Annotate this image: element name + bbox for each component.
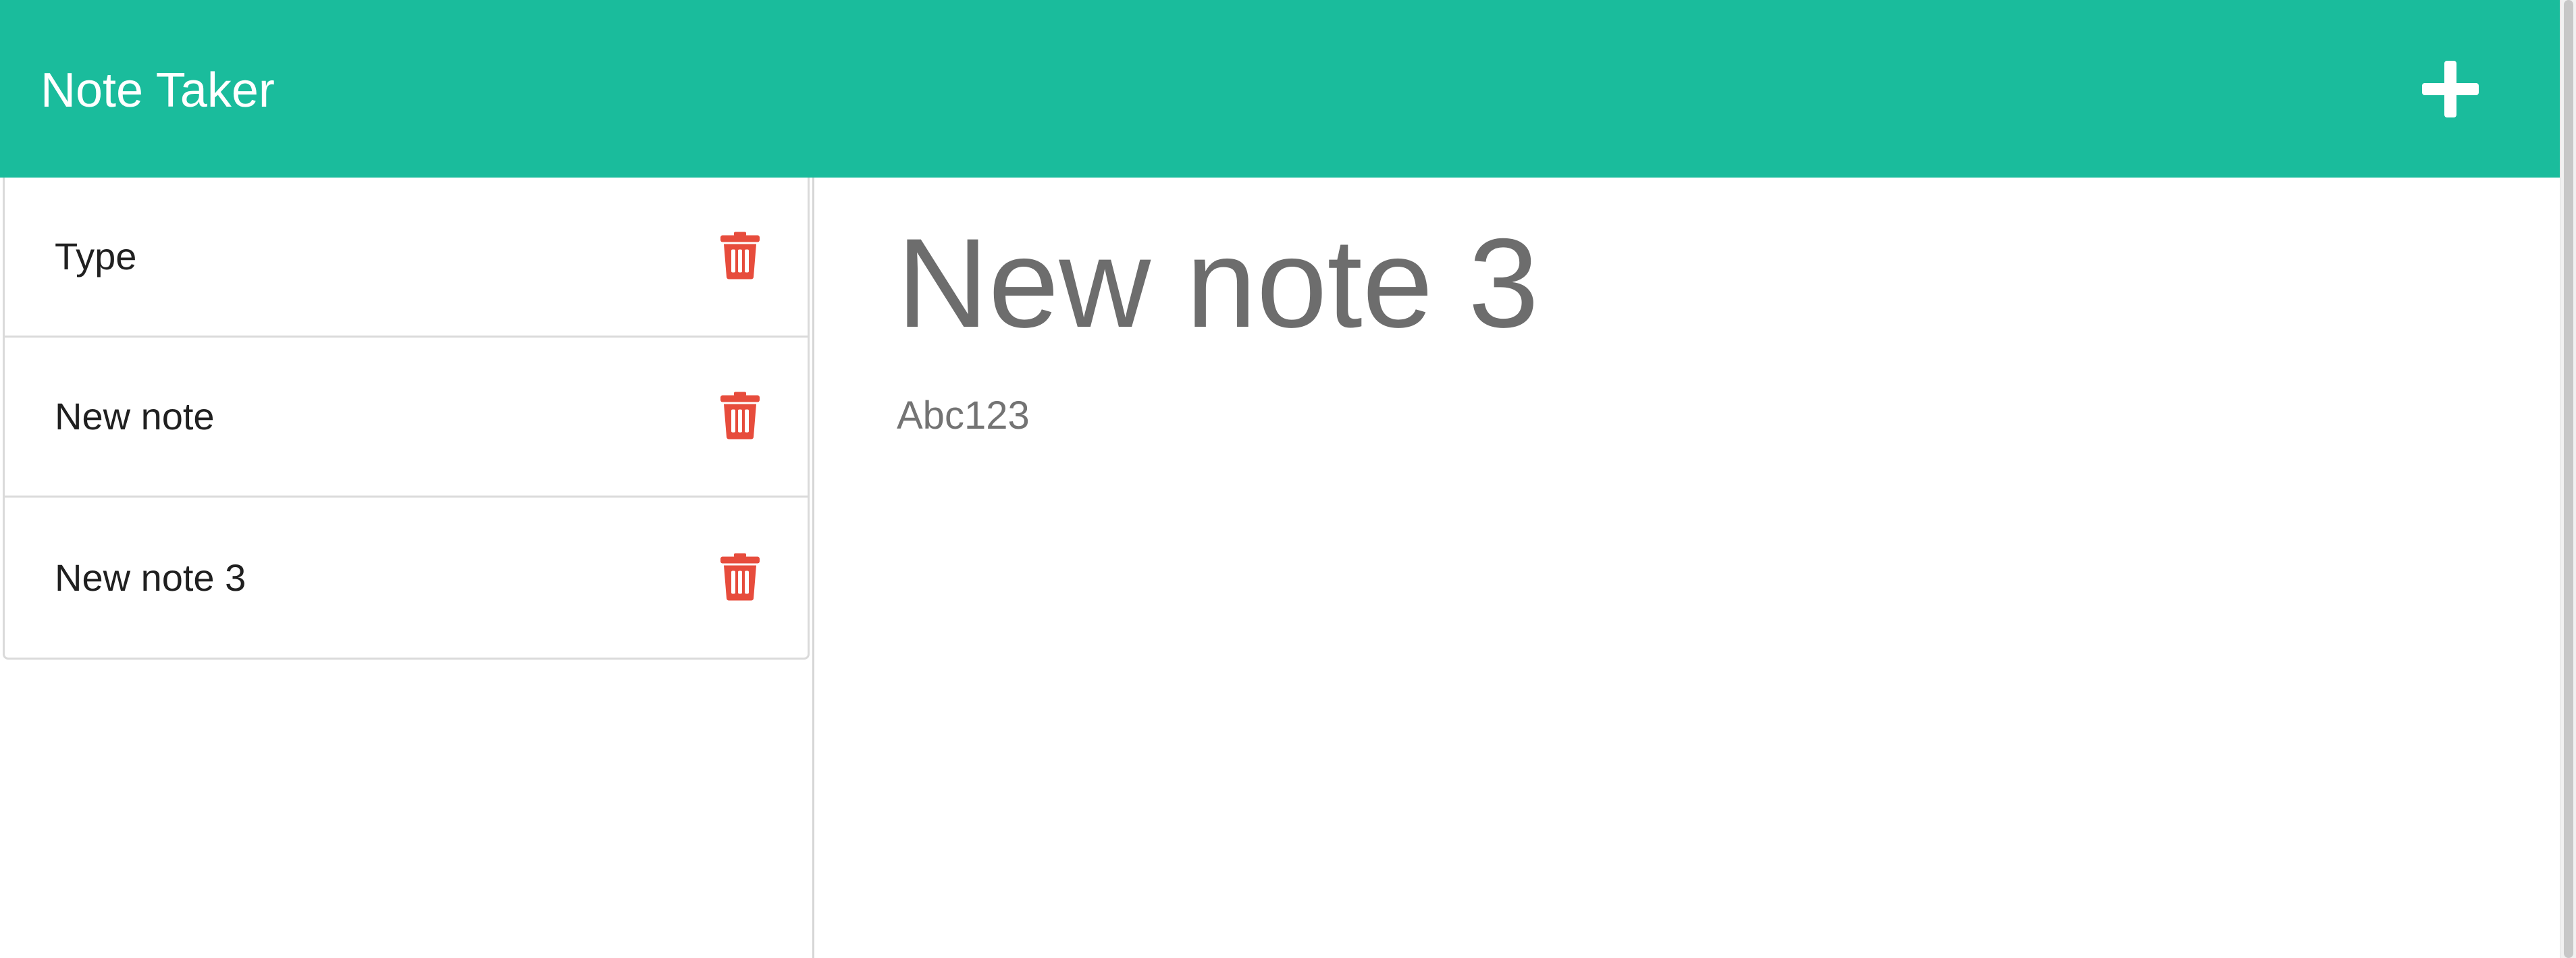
app-brand[interactable]: Note Taker [41,66,275,115]
note-title[interactable]: New note [55,398,215,435]
plus-icon [2422,60,2479,117]
vertical-scrollbar[interactable] [2560,0,2576,958]
trash-icon [720,392,760,440]
note-taker-app: Note Taker Type New note New note 3 New … [0,0,2576,958]
notes-sidebar: Type New note New note 3 [0,178,814,958]
note-title[interactable]: Type [55,238,136,275]
scrollbar-thumb[interactable] [2564,0,2573,958]
note-title-input[interactable]: New note 3 [897,219,2560,346]
navbar: Note Taker [0,0,2560,178]
note-title[interactable]: New note 3 [55,558,246,597]
list-item[interactable]: New note [5,338,808,498]
note-body-textarea[interactable]: Abc123 [897,396,2560,435]
list-item[interactable]: New note 3 [5,498,808,658]
add-note-button[interactable] [2417,55,2484,123]
list-item[interactable]: Type [5,178,808,338]
note-editor: New note 3 Abc123 [817,178,2560,958]
note-list: Type New note New note 3 [3,178,810,660]
delete-note-button[interactable] [719,392,761,440]
trash-icon [720,553,760,601]
delete-note-button[interactable] [719,232,761,280]
trash-icon [720,232,760,280]
delete-note-button[interactable] [719,552,761,601]
